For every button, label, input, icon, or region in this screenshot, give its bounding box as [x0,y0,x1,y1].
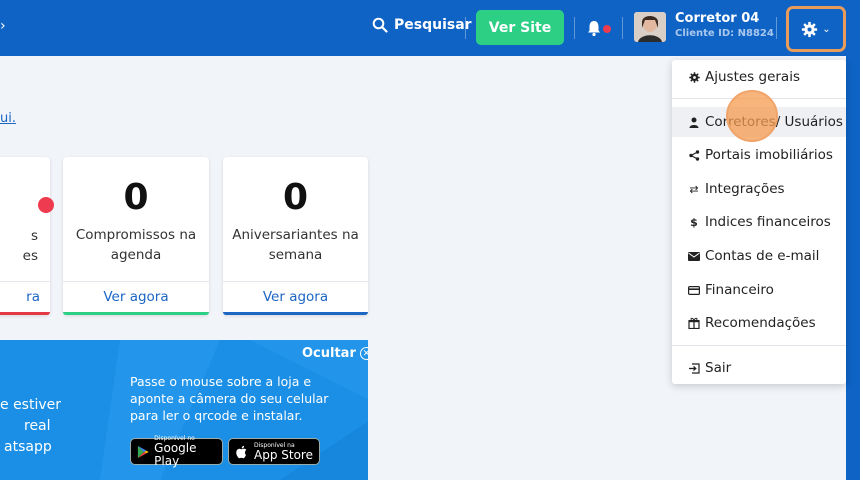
logout-icon [688,362,700,374]
birthdays-card: 0 Aniversariantes na semana Ver agora [223,157,368,315]
appointments-view-link[interactable]: Ver agora [63,289,209,305]
card-divider [0,281,50,282]
card-accent-line [223,312,368,315]
card-accent-line [0,312,50,315]
menu-item-recommendations[interactable]: Recomendações [672,308,846,338]
menu-item-label: Corretores/ Usuários [705,114,843,130]
birthdays-view-link[interactable]: Ver agora [223,289,368,305]
settings-dropdown-menu: Ajustes gerais Corretores/ Usuários Port… [672,60,846,384]
here-link[interactable]: ui. [0,111,16,126]
menu-item-financial[interactable]: Financeiro [672,275,846,305]
card-accent-line [63,312,209,315]
scroll-edge [846,56,860,480]
card-divider [223,281,368,282]
menu-item-label: Portais imobiliários [705,147,833,163]
client-id: Cliente ID: N8824 [675,28,774,39]
menu-item-general-settings[interactable]: Ajustes gerais [672,62,846,92]
google-play-button[interactable]: Disponível no Google Play [130,435,223,468]
menu-item-brokers-users[interactable]: Corretores/ Usuários [672,107,846,137]
notification-dot [603,25,611,33]
card-divider [63,281,209,282]
gift-icon [688,317,700,329]
user-icon [688,116,700,128]
top-navbar: › Pesquisar Ver Site Corretor 04 Cliente… [0,0,860,56]
menu-item-label: Financeiro [705,282,774,298]
user-name[interactable]: Corretor 04 [675,11,759,26]
divider [574,17,575,39]
mail-icon [688,250,700,262]
menu-item-integrations[interactable]: ⇄ Integrações [672,174,846,204]
appointments-count: 0 [123,177,149,218]
close-icon: ✕ [359,347,368,360]
app-store-button[interactable]: Disponível na App Store [228,438,320,465]
search-icon [372,17,388,33]
menu-divider [672,345,846,346]
chevron-down-icon: ⌄ [822,23,831,35]
gear-icon [688,71,700,83]
menu-item-label: Contas de e-mail [705,248,820,264]
nav-arrow-icon[interactable]: › [0,18,6,34]
avatar[interactable] [634,12,666,42]
share-icon [688,149,700,161]
card-label: Compromissos na agenda [75,227,197,263]
apple-icon [236,445,247,458]
google-play-icon [137,445,149,458]
search-label: Pesquisar [394,17,472,33]
divider [465,17,466,39]
divider [622,17,623,39]
gear-icon [802,21,818,37]
alert-badge [38,197,54,213]
menu-item-real-estate-portals[interactable]: Portais imobiliários [672,140,846,170]
divider [776,17,777,39]
menu-item-label: Recomendações [705,315,816,331]
credit-card-icon [688,284,700,296]
card-cta-link[interactable]: ra [0,289,50,305]
menu-item-financial-indices[interactable]: $ Indices financeiros [672,207,846,237]
appointments-card: 0 Compromissos na agenda Ver agora [63,157,209,315]
card-label: s es [22,228,38,264]
app-promo-banner: Ocultar ✕ e estiver real atsapp Passe o … [0,340,368,480]
banner-text: e estiver real atsapp [0,397,62,455]
menu-item-logout[interactable]: Sair [672,353,846,383]
summary-card: s es ra [0,157,54,315]
bell-icon[interactable] [585,19,603,37]
hide-banner-button[interactable]: Ocultar ✕ [302,346,368,361]
menu-item-label: Ajustes gerais [705,69,800,85]
swap-icon: ⇄ [689,182,699,196]
banner-instruction: Passe o mouse sobre a loja e aponte a câ… [130,374,329,423]
search-button[interactable]: Pesquisar [372,17,472,33]
view-site-button[interactable]: Ver Site [476,10,564,45]
birthdays-count: 0 [282,177,309,218]
dollar-icon: $ [690,215,698,229]
menu-item-email-accounts[interactable]: Contas de e-mail [672,241,846,271]
menu-item-label: Integrações [705,181,785,197]
settings-menu-button[interactable]: ⌄ [786,6,846,52]
menu-item-label: Sair [705,360,732,376]
menu-item-label: Indices financeiros [705,214,831,230]
menu-divider [672,98,846,99]
card-label: Aniversariantes na semana [232,227,359,263]
